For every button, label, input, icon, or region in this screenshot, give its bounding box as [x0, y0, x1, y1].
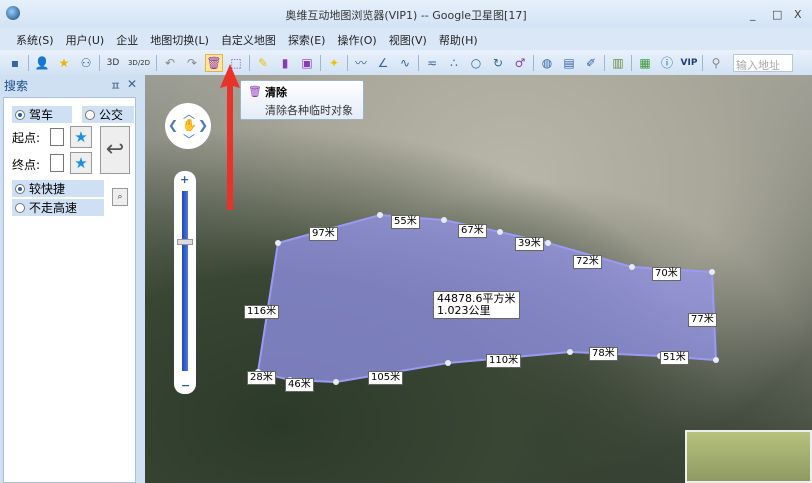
image-icon[interactable]: ▤ [560, 54, 578, 72]
start-input[interactable] [50, 128, 64, 146]
info-icon[interactable]: ⓘ [658, 54, 676, 72]
hand-icon: ✋ [182, 118, 197, 132]
user-icon[interactable]: 👤 [33, 54, 51, 72]
globe-icon[interactable]: ◍ [538, 54, 556, 72]
segment-label: 110米 [486, 354, 522, 368]
panel-title: 搜索 [4, 79, 29, 93]
chat-icon[interactable]: ▦ [636, 54, 654, 72]
menu-view[interactable]: 视图(V) [383, 28, 433, 50]
start-label: 起点: [12, 131, 41, 145]
segment-label: 70米 [652, 267, 681, 281]
fast-label: 较快捷 [29, 182, 66, 196]
menu-map-switch[interactable]: 地图切换(L) [144, 28, 215, 50]
segment-label: 39米 [515, 237, 544, 251]
arc-icon[interactable]: ↻ [489, 54, 507, 72]
panel-close-icon[interactable]: ✕ [127, 77, 137, 91]
minimize-button[interactable]: _ [750, 8, 756, 21]
fast-route-radio[interactable]: 较快捷 [12, 180, 104, 197]
clear-tooltip: 🗑 清除 清除各种临时对象 [240, 80, 364, 120]
pan-left-icon[interactable]: ❮ [168, 118, 178, 132]
frame-icon[interactable]: ▣ [298, 54, 316, 72]
start-star-button[interactable]: ★ [70, 126, 92, 148]
binoculars-icon[interactable]: ⚇ [77, 54, 95, 72]
maximize-button[interactable]: □ [772, 8, 782, 21]
edit-icon[interactable]: ✐ [582, 54, 600, 72]
area-label: 44878.6平方米 1.023公里 [433, 291, 520, 319]
zoom-out-icon[interactable]: − [181, 379, 190, 392]
vip-button[interactable]: VIP [680, 54, 698, 72]
segment-label: 116米 [244, 305, 280, 319]
menu-enterprise[interactable]: 企业 [110, 28, 144, 50]
drive-radio[interactable]: 驾车 [12, 106, 72, 123]
pen-icon[interactable]: ✎ [254, 54, 272, 72]
tooltip-title: 清除 [265, 86, 287, 99]
redo-icon[interactable]: ↷ [183, 54, 201, 72]
tooltip-description: 清除各种临时对象 [265, 104, 353, 117]
bus-label: 公交 [99, 108, 124, 122]
end-input[interactable] [50, 154, 64, 172]
points-icon[interactable]: ∴ [445, 54, 463, 72]
title-bar: 奥维互动地图浏览器(VIP1) -- Google卫星图[17] _ □ X [0, 0, 812, 28]
no-highway-label: 不走高速 [29, 201, 78, 215]
zoom-in-icon[interactable]: + [180, 173, 189, 186]
perimeter-value: 1.023公里 [437, 304, 491, 317]
window-title: 奥维互动地图浏览器(VIP1) -- Google卫星图[17] [285, 9, 527, 22]
bus-radio[interactable]: 公交 [82, 106, 134, 123]
no-highway-radio[interactable]: 不走高速 [12, 199, 104, 216]
parallel-icon[interactable]: ≂ [423, 54, 441, 72]
swap-icon[interactable]: ↩ [100, 126, 130, 174]
ruler-icon[interactable]: ▮ [276, 54, 294, 72]
segment-label: 55米 [391, 215, 420, 229]
add-path-icon[interactable]: ∿ [396, 54, 414, 72]
menu-bar: 系统(S) 用户(U) 企业 地图切换(L) 自定义地图 探索(E) 操作(O)… [0, 28, 812, 50]
end-label: 终点: [12, 158, 41, 172]
segment-label: 72米 [573, 255, 602, 269]
trash-icon: 🗑 [248, 85, 262, 98]
measure-polygon [255, 212, 719, 385]
pan-control[interactable]: ︿ ❮ ❯ ﹀ ✋ [165, 103, 211, 149]
segment-label: 78米 [589, 347, 618, 361]
3d-button[interactable]: 3D [104, 54, 122, 72]
segment-label: 77米 [688, 313, 717, 327]
menu-help[interactable]: 帮助(H) [433, 28, 484, 50]
menu-user[interactable]: 用户(U) [60, 28, 111, 50]
search-panel: 搜索 ㅍ ✕ 驾车 公交 起点: ★ 终点: ★ ↩ 较快捷 不走高速 ⌕ [0, 75, 143, 483]
end-star-button[interactable]: ★ [70, 152, 92, 174]
overview-minimap[interactable] [685, 430, 812, 483]
3d-2d-button[interactable]: 3D/2D [126, 54, 152, 72]
pan-right-icon[interactable]: ❯ [198, 118, 208, 132]
favorite-star-icon[interactable]: ★ [55, 54, 73, 72]
menu-explore[interactable]: 探索(E) [282, 28, 332, 50]
save-icon[interactable]: ▪ [6, 54, 24, 72]
segment-label: 97米 [309, 227, 338, 241]
undo-icon[interactable]: ↶ [161, 54, 179, 72]
add-circle-icon[interactable]: ♂ [511, 54, 529, 72]
add-marker-icon[interactable]: ✦ [325, 54, 343, 72]
pan-down-icon[interactable]: ﹀ [183, 131, 195, 148]
satellite-map[interactable]: 97米 55米 67米 39米 72米 70米 116米 77米 28米 46米… [145, 75, 812, 483]
menu-custom-map[interactable]: 自定义地图 [215, 28, 282, 50]
segment-label: 105米 [368, 371, 404, 385]
circle-icon[interactable]: ○ [467, 54, 485, 72]
search-icon[interactable]: ⚲ [707, 54, 725, 72]
building-icon[interactable]: ▥ [609, 54, 627, 72]
pin-icon[interactable]: ㅍ [110, 77, 121, 94]
segment-label: 28米 [247, 371, 276, 385]
segment-label: 51米 [660, 351, 689, 365]
segment-label: 67米 [458, 224, 487, 238]
close-button[interactable]: X [794, 8, 802, 21]
route-search-icon[interactable]: ⌕ [112, 188, 128, 206]
angle-icon[interactable]: ∠ [374, 54, 392, 72]
address-search-input[interactable]: 输入地址 [733, 53, 793, 72]
menu-operate[interactable]: 操作(O) [331, 28, 382, 50]
draw-line-icon[interactable]: 〰 [352, 54, 370, 72]
zoom-slider[interactable]: + − [174, 171, 196, 394]
drive-label: 驾车 [29, 108, 54, 122]
segment-label: 46米 [285, 378, 314, 392]
menu-system[interactable]: 系统(S) [10, 28, 60, 50]
zoom-handle[interactable] [177, 239, 193, 245]
toolbar: ▪ 👤 ★ ⚇ 3D 3D/2D ↶ ↷ 🗑 ⬚ ✎ ▮ ▣ ✦ 〰 ∠ ∿ ≂… [0, 50, 812, 75]
